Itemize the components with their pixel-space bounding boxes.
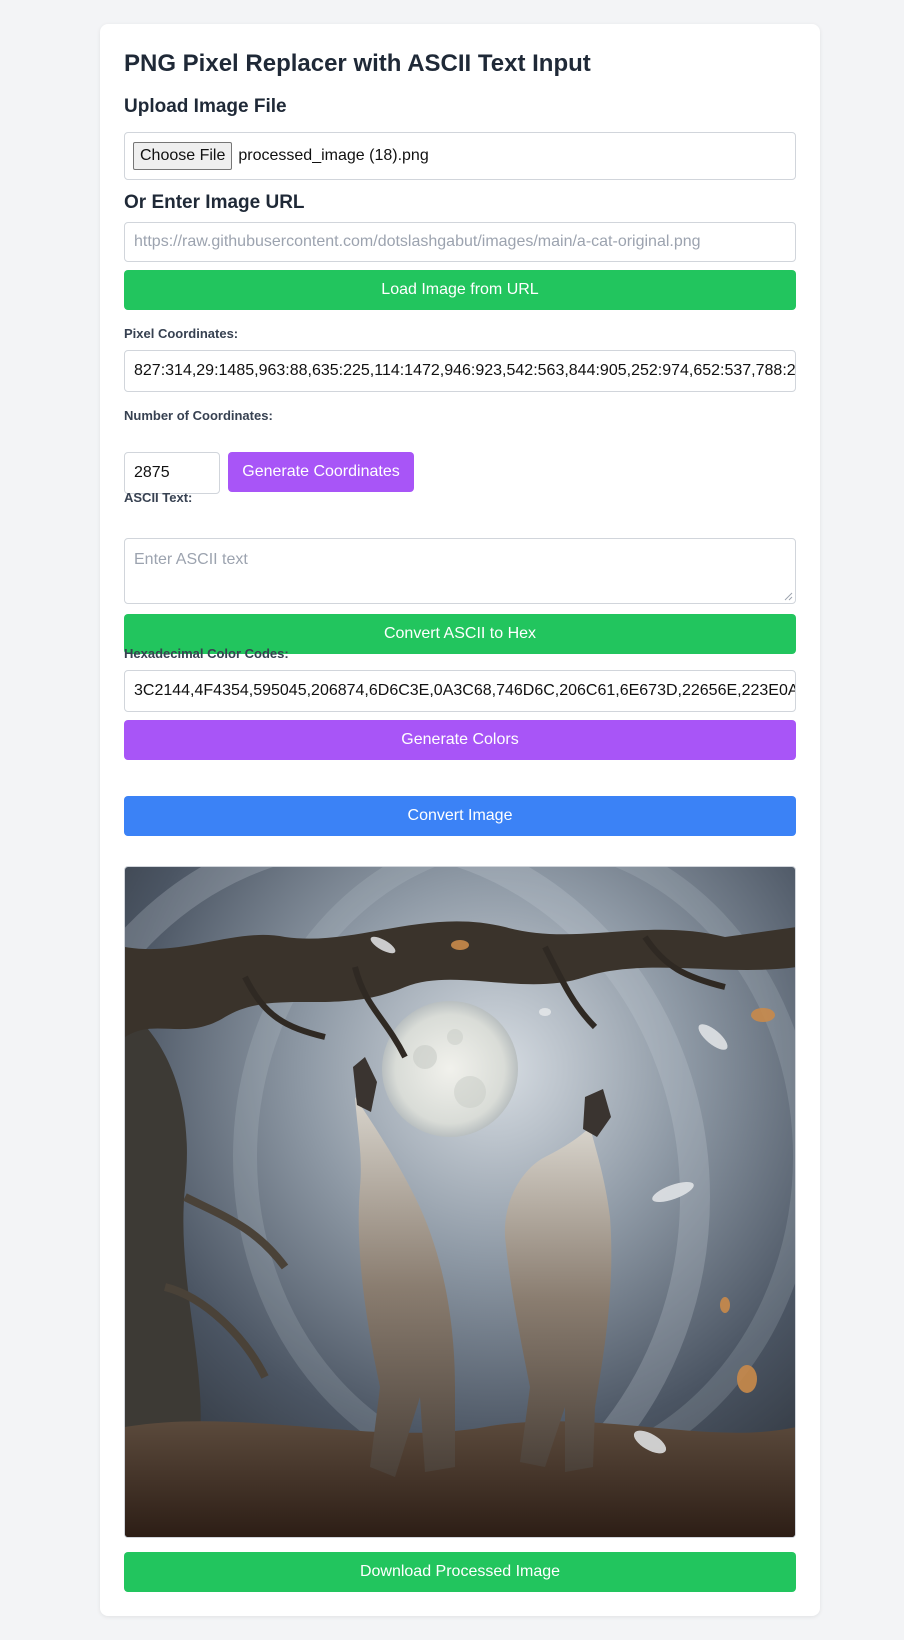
main-card: PNG Pixel Replacer with ASCII Text Input… — [100, 24, 820, 1616]
pixel-coordinates-value: 827:314,29:1485,963:88,635:225,114:1472,… — [134, 362, 796, 379]
image-url-input[interactable]: https://raw.githubusercontent.com/dotsla… — [124, 222, 796, 262]
selected-file-name: processed_image (18).png — [238, 147, 429, 164]
number-of-coordinates-input[interactable]: 2875 — [124, 452, 220, 494]
processed-image-preview — [124, 866, 796, 1538]
pixel-coordinates-input[interactable]: 827:314,29:1485,963:88,635:225,114:1472,… — [124, 350, 796, 392]
number-of-coordinates-value: 2875 — [134, 464, 170, 481]
resize-grip-icon[interactable] — [784, 592, 793, 601]
pixel-coordinates-label: Pixel Coordinates: — [124, 326, 239, 341]
image-url-placeholder: https://raw.githubusercontent.com/dotsla… — [134, 233, 701, 250]
hex-codes-value: 3C2144,4F4354,595045,206874,6D6C3E,0A3C6… — [134, 682, 796, 699]
ascii-text-label: ASCII Text: — [124, 490, 193, 505]
choose-file-button[interactable]: Choose File — [133, 142, 233, 170]
ascii-text-area[interactable]: Enter ASCII text — [124, 538, 796, 604]
number-of-coordinates-label: Number of Coordinates: — [124, 408, 273, 423]
wolves-moon-image — [125, 867, 795, 1537]
page-title: PNG Pixel Replacer with ASCII Text Input — [124, 50, 591, 77]
generate-colors-button[interactable]: Generate Colors — [124, 720, 796, 760]
url-heading: Or Enter Image URL — [124, 192, 305, 213]
generate-coordinates-button[interactable]: Generate Coordinates — [228, 452, 414, 492]
hex-codes-input[interactable]: 3C2144,4F4354,595045,206874,6D6C3E,0A3C6… — [124, 670, 796, 712]
load-url-button[interactable]: Load Image from URL — [124, 270, 796, 310]
upload-heading: Upload Image File — [124, 96, 287, 117]
hex-codes-label: Hexadecimal Color Codes: — [124, 646, 289, 661]
ascii-text-placeholder: Enter ASCII text — [134, 551, 248, 568]
download-processed-image-button[interactable]: Download Processed Image — [124, 1552, 796, 1592]
file-input[interactable]: Choose File processed_image (18).png — [124, 132, 796, 180]
convert-image-button[interactable]: Convert Image — [124, 796, 796, 836]
